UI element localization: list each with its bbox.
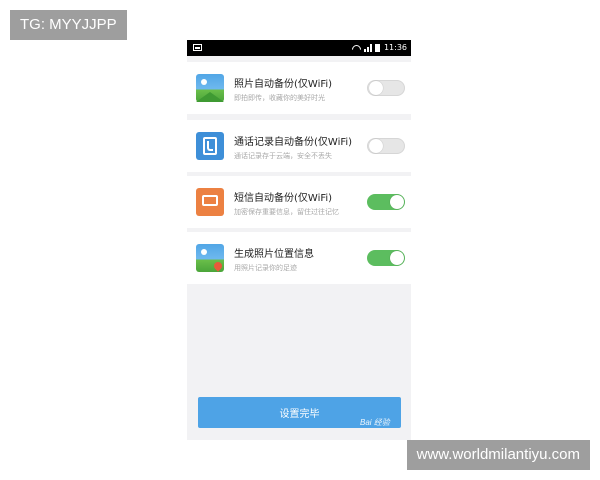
sms-icon [196, 188, 224, 216]
setting-title: 生成照片位置信息 [234, 249, 314, 260]
sms-backup-toggle[interactable] [367, 194, 405, 210]
setting-subtitle: 通话记录存于云端，安全不丢失 [234, 152, 332, 160]
setting-title: 照片自动备份(仅WiFi) [234, 79, 333, 90]
contact-icon [196, 132, 224, 160]
status-bar: 11:36 [187, 40, 411, 56]
setting-title: 短信自动备份(仅WiFi) [234, 193, 333, 204]
setting-subtitle: 用照片记录你的足迹 [234, 264, 297, 272]
signal-icon [363, 44, 372, 52]
watermark-top: TG: MYYJJPP [10, 10, 127, 40]
toggle-knob [369, 81, 383, 95]
call-log-backup-toggle[interactable] [367, 138, 405, 154]
photo-location-toggle[interactable] [367, 250, 405, 266]
toggle-knob [390, 251, 404, 265]
wifi-icon [352, 45, 361, 52]
baidu-logo: Bai 经验 [360, 418, 390, 427]
setting-row-call-log-backup: 通话记录自动备份(仅WiFi) 通话记录存于云端，安全不丢失 [187, 120, 411, 172]
photo-icon [196, 74, 224, 102]
setting-row-photo-location: 生成照片位置信息 用照片记录你的足迹 [187, 232, 411, 284]
location-icon [196, 244, 224, 272]
setting-title: 通话记录自动备份(仅WiFi) [234, 137, 353, 148]
setting-row-sms-backup: 短信自动备份(仅WiFi) 加密保存重要信息，留住过往记忆 [187, 176, 411, 228]
toggle-knob [369, 139, 383, 153]
phone-screen: 11:36 照片自动备份(仅WiFi) 即拍即传，收藏你的美好时光 通话记录自动… [187, 40, 411, 440]
setting-row-photo-backup: 照片自动备份(仅WiFi) 即拍即传，收藏你的美好时光 [187, 62, 411, 114]
status-time: 11:36 [383, 43, 407, 52]
photo-backup-toggle[interactable] [367, 80, 405, 96]
battery-icon [374, 44, 380, 52]
image-icon [193, 44, 202, 51]
watermark-bottom: www.worldmilantiyu.com [406, 440, 590, 470]
setting-subtitle: 加密保存重要信息，留住过往记忆 [234, 208, 339, 216]
toggle-knob [390, 195, 404, 209]
setting-subtitle: 即拍即传，收藏你的美好时光 [234, 94, 325, 102]
